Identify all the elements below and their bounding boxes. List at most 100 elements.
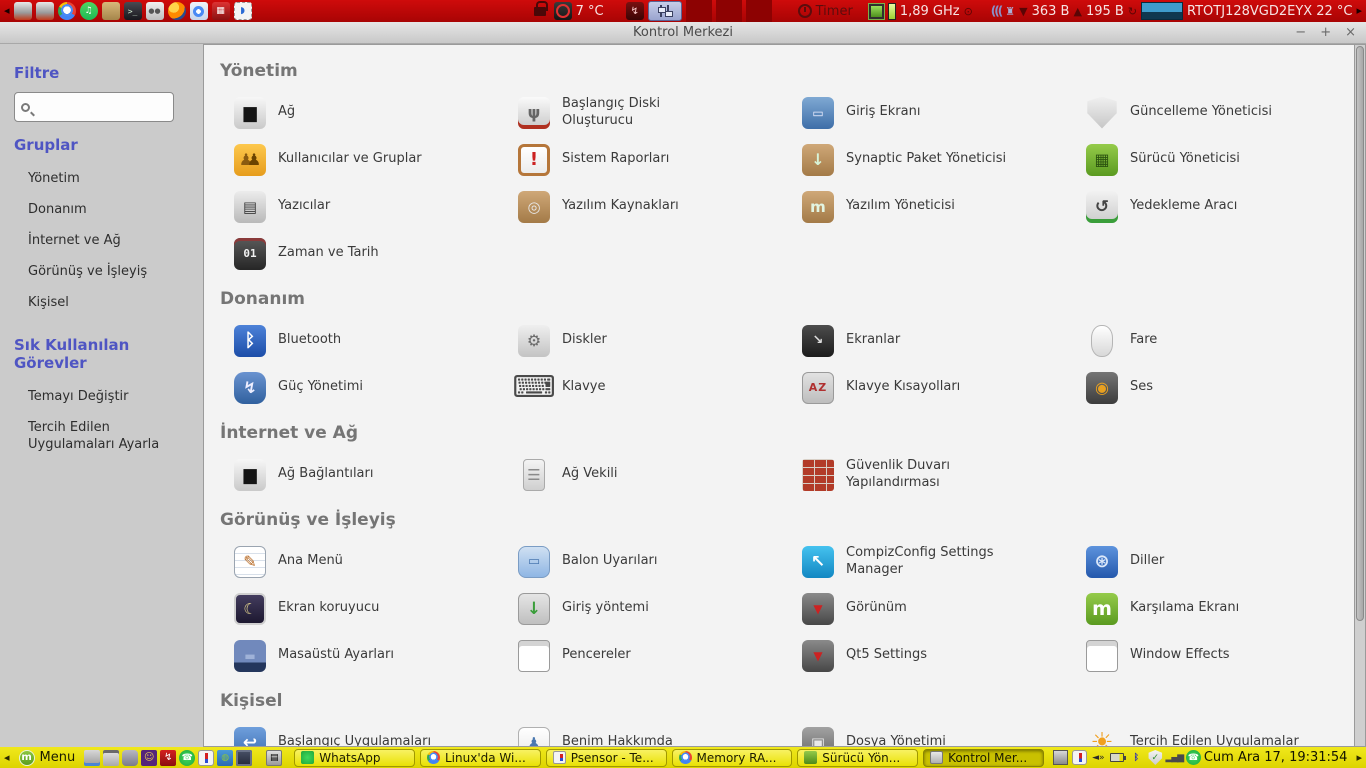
close-button[interactable]: × bbox=[1345, 22, 1356, 44]
launcher-diskler[interactable]: ⚙ Diskler bbox=[502, 317, 786, 364]
chrome-launcher-icon[interactable] bbox=[57, 2, 76, 20]
launcher-g-venlik-duvar-yap-land-rmas[interactable]: Güvenlik Duvarı Yapılandırması bbox=[786, 451, 1070, 498]
crash-indicator-icon[interactable]: ↯ bbox=[625, 2, 644, 20]
network-history-graph[interactable] bbox=[1141, 2, 1184, 20]
group-donan-m[interactable]: Donanım bbox=[14, 195, 189, 226]
sensor-launcher-icon[interactable] bbox=[13, 2, 32, 20]
taskbar-button-psensor-te[interactable]: Psensor - Te... bbox=[545, 748, 667, 767]
taskbar-button-memory-ra[interactable]: Memory RA... bbox=[671, 748, 793, 767]
app-launcher-icon[interactable] bbox=[101, 2, 120, 20]
taskbar-button-whatsapp[interactable]: WhatsApp bbox=[294, 748, 415, 767]
file-cabinet-launcher-icon[interactable]: ▤ bbox=[266, 749, 283, 766]
launcher-ekranlar[interactable]: ↘ Ekranlar bbox=[786, 317, 1070, 364]
launcher-ses[interactable]: ◉ Ses bbox=[1070, 364, 1354, 411]
battery-tray-icon[interactable] bbox=[1110, 753, 1127, 762]
vertical-scrollbar[interactable] bbox=[1354, 44, 1366, 747]
launcher-yaz-l-m-kaynaklar[interactable]: ◎ Yazılım Kaynakları bbox=[502, 183, 786, 230]
update-shield-tray-icon[interactable]: ✓ bbox=[1148, 750, 1163, 765]
lightning-launcher-icon[interactable]: ↯ bbox=[160, 749, 177, 766]
launcher-a[interactable]: ▆ Ağ bbox=[218, 89, 502, 136]
maximize-button[interactable]: + bbox=[1320, 22, 1331, 44]
task-temay-de-i-tir[interactable]: Temayı Değiştir bbox=[14, 382, 189, 413]
group-ki-isel[interactable]: Kişisel bbox=[14, 288, 189, 319]
power-icon[interactable]: ⊙ bbox=[964, 5, 973, 18]
launcher-a-vekili[interactable]: ☰ Ağ Vekili bbox=[502, 451, 786, 498]
wifi-signal-icon[interactable]: ((( bbox=[991, 4, 1004, 18]
taskbar-button-kontrol-mer[interactable]: Kontrol Mer... bbox=[923, 748, 1044, 767]
sliders-applet-icon[interactable] bbox=[647, 1, 682, 21]
launcher-qt5-settings[interactable]: ▼ Qt5 Settings bbox=[786, 632, 1070, 679]
world-map-launcher-icon[interactable]: ◍ bbox=[217, 749, 234, 766]
launcher-g-ncelleme-y-neticisi[interactable]: Güncelleme Yöneticisi bbox=[1070, 89, 1354, 136]
screenshot-launcher-icon[interactable] bbox=[103, 749, 120, 766]
window-titlebar[interactable]: Kontrol Merkezi − + × bbox=[0, 22, 1366, 44]
refresh-icon[interactable]: ↻ bbox=[1128, 5, 1137, 18]
display-tray-icon[interactable] bbox=[1052, 750, 1068, 765]
launcher-zaman-ve-tarih[interactable]: 01 Zaman ve Tarih bbox=[218, 230, 502, 277]
launcher-fare[interactable]: Fare bbox=[1070, 317, 1354, 364]
launcher-bluetooth[interactable]: ᛒ Bluetooth bbox=[218, 317, 502, 364]
mail-stamp-launcher-icon[interactable]: ◗ bbox=[233, 2, 252, 20]
display-settings-launcher-icon[interactable] bbox=[84, 749, 101, 766]
launcher-giri-y-ntemi[interactable]: ↓ Giriş yöntemi bbox=[502, 585, 786, 632]
clock[interactable]: Cum Ara 17, 19:31:54 bbox=[1204, 750, 1354, 765]
launcher-dosya-y-netimi[interactable]: ▣ Dosya Yönetimi bbox=[786, 719, 1070, 746]
signal-bars-tray-icon[interactable]: ▂▄▆ bbox=[1165, 750, 1184, 765]
launcher-kullan-c-lar-ve-gruplar[interactable]: ♟ Kullanıcılar ve Gruplar bbox=[218, 136, 502, 183]
search-box[interactable] bbox=[14, 92, 174, 122]
launcher-g-r-n-m[interactable]: ▼ Görünüm bbox=[786, 585, 1070, 632]
group-g-r-n-ve-i-leyi[interactable]: Görünüş ve İşleyiş bbox=[14, 257, 189, 288]
panel-collapse-arrow-icon[interactable]: ◂ bbox=[4, 751, 10, 764]
launcher-ana-men[interactable]: ✎ Ana Menü bbox=[218, 538, 502, 585]
lock-icon[interactable] bbox=[533, 0, 548, 16]
whatsapp-tray-icon[interactable]: ☎ bbox=[1185, 750, 1201, 765]
disk-utility-launcher-icon[interactable]: ●● bbox=[145, 2, 164, 20]
timer-label[interactable]: Timer bbox=[816, 4, 853, 19]
launcher-s-r-c-y-neticisi[interactable]: ▦ Sürücü Yöneticisi bbox=[1070, 136, 1354, 183]
calculator-launcher-icon[interactable]: ▦ bbox=[211, 2, 230, 20]
task-tercih-edilen-uygulamalar-ayarla[interactable]: Tercih Edilen Uygulamaları Ayarla bbox=[14, 413, 189, 461]
launcher-ekran-koruyucu[interactable]: ☾ Ekran koruyucu bbox=[218, 585, 502, 632]
launcher-ba-lang-uygulamalar[interactable]: ↩ Başlangıç Uygulamaları bbox=[218, 719, 502, 746]
launcher-yaz-c-lar[interactable]: ▤ Yazıcılar bbox=[218, 183, 502, 230]
spotify-launcher-icon[interactable]: ♫ bbox=[79, 2, 98, 20]
launcher-synaptic-paket-y-neticisi[interactable]: ↓ Synaptic Paket Yöneticisi bbox=[786, 136, 1070, 183]
temperature-alarm-icon[interactable] bbox=[553, 2, 572, 20]
disk-launcher-icon[interactable] bbox=[122, 749, 139, 766]
launcher-sistem-raporlar[interactable]: ! Sistem Raporları bbox=[502, 136, 786, 183]
firefox-launcher-icon[interactable] bbox=[167, 2, 186, 20]
launcher-window-effects[interactable]: Window Effects bbox=[1070, 632, 1354, 679]
launcher-g-y-netimi[interactable]: ↯ Güç Yönetimi bbox=[218, 364, 502, 411]
launcher-kar-lama-ekran[interactable]: m Karşılama Ekranı bbox=[1070, 585, 1354, 632]
cpu-icon[interactable] bbox=[868, 3, 884, 19]
chromium-launcher-icon[interactable] bbox=[189, 2, 208, 20]
menu-button[interactable]: m Menu bbox=[13, 747, 82, 768]
sensor-launcher-icon[interactable] bbox=[35, 2, 54, 20]
search-input[interactable] bbox=[35, 99, 167, 115]
minimize-button[interactable]: − bbox=[1295, 22, 1306, 44]
launcher-klavye[interactable]: ⌨ Klavye bbox=[502, 364, 786, 411]
launcher-masa-st-ayarlar[interactable]: ▬ Masaüstü Ayarları bbox=[218, 632, 502, 679]
launcher-benim-hakk-mda[interactable]: ♟ Benim Hakkımda bbox=[502, 719, 786, 746]
launcher-yedekleme-arac[interactable]: ↺ Yedekleme Aracı bbox=[1070, 183, 1354, 230]
launcher-giri-ekran[interactable]: ▭ Giriş Ekranı bbox=[786, 89, 1070, 136]
bluetooth-tray-icon[interactable]: ᛒ bbox=[1129, 750, 1144, 765]
launcher-klavye-k-sayollar[interactable]: AZ Klavye Kısayolları bbox=[786, 364, 1070, 411]
pixel-face-launcher-icon[interactable]: ☺ bbox=[141, 749, 158, 766]
volume-tray-icon[interactable]: ◄» bbox=[1091, 750, 1106, 765]
taskbar-button-s-r-c-y-n[interactable]: Sürücü Yön... bbox=[797, 748, 919, 767]
panel-expand-arrow-icon[interactable]: ▸ bbox=[1356, 751, 1362, 764]
group-y-netim[interactable]: Yönetim bbox=[14, 164, 189, 195]
launcher-compizconfig-settings-manager[interactable]: ↖ CompizConfig Settings Manager bbox=[786, 538, 1070, 585]
psensor-launcher-icon[interactable] bbox=[198, 749, 215, 766]
timer-icon[interactable] bbox=[797, 4, 812, 18]
launcher-a-ba-lant-lar[interactable]: ▆ Ağ Bağlantıları bbox=[218, 451, 502, 498]
launcher-yaz-l-m-y-neticisi[interactable]: m Yazılım Yöneticisi bbox=[786, 183, 1070, 230]
group-i-nternet-ve-a[interactable]: İnternet ve Ağ bbox=[14, 226, 189, 257]
thermometer-tray-icon[interactable] bbox=[1071, 750, 1087, 765]
launcher-tercih-edilen-uygulamalar[interactable]: ☀ Tercih Edilen Uygulamalar bbox=[1070, 719, 1354, 747]
terminal-launcher-icon[interactable]: >_ bbox=[123, 2, 142, 20]
panel-collapse-arrow-icon[interactable]: ◂ bbox=[4, 0, 10, 22]
launcher-ba-lang-diski-olu-turucu[interactable]: ψ Başlangıç Diski Oluşturucu bbox=[502, 89, 786, 136]
taskbar-button-linux-da-wi[interactable]: Linux'da Wi... bbox=[420, 748, 541, 767]
